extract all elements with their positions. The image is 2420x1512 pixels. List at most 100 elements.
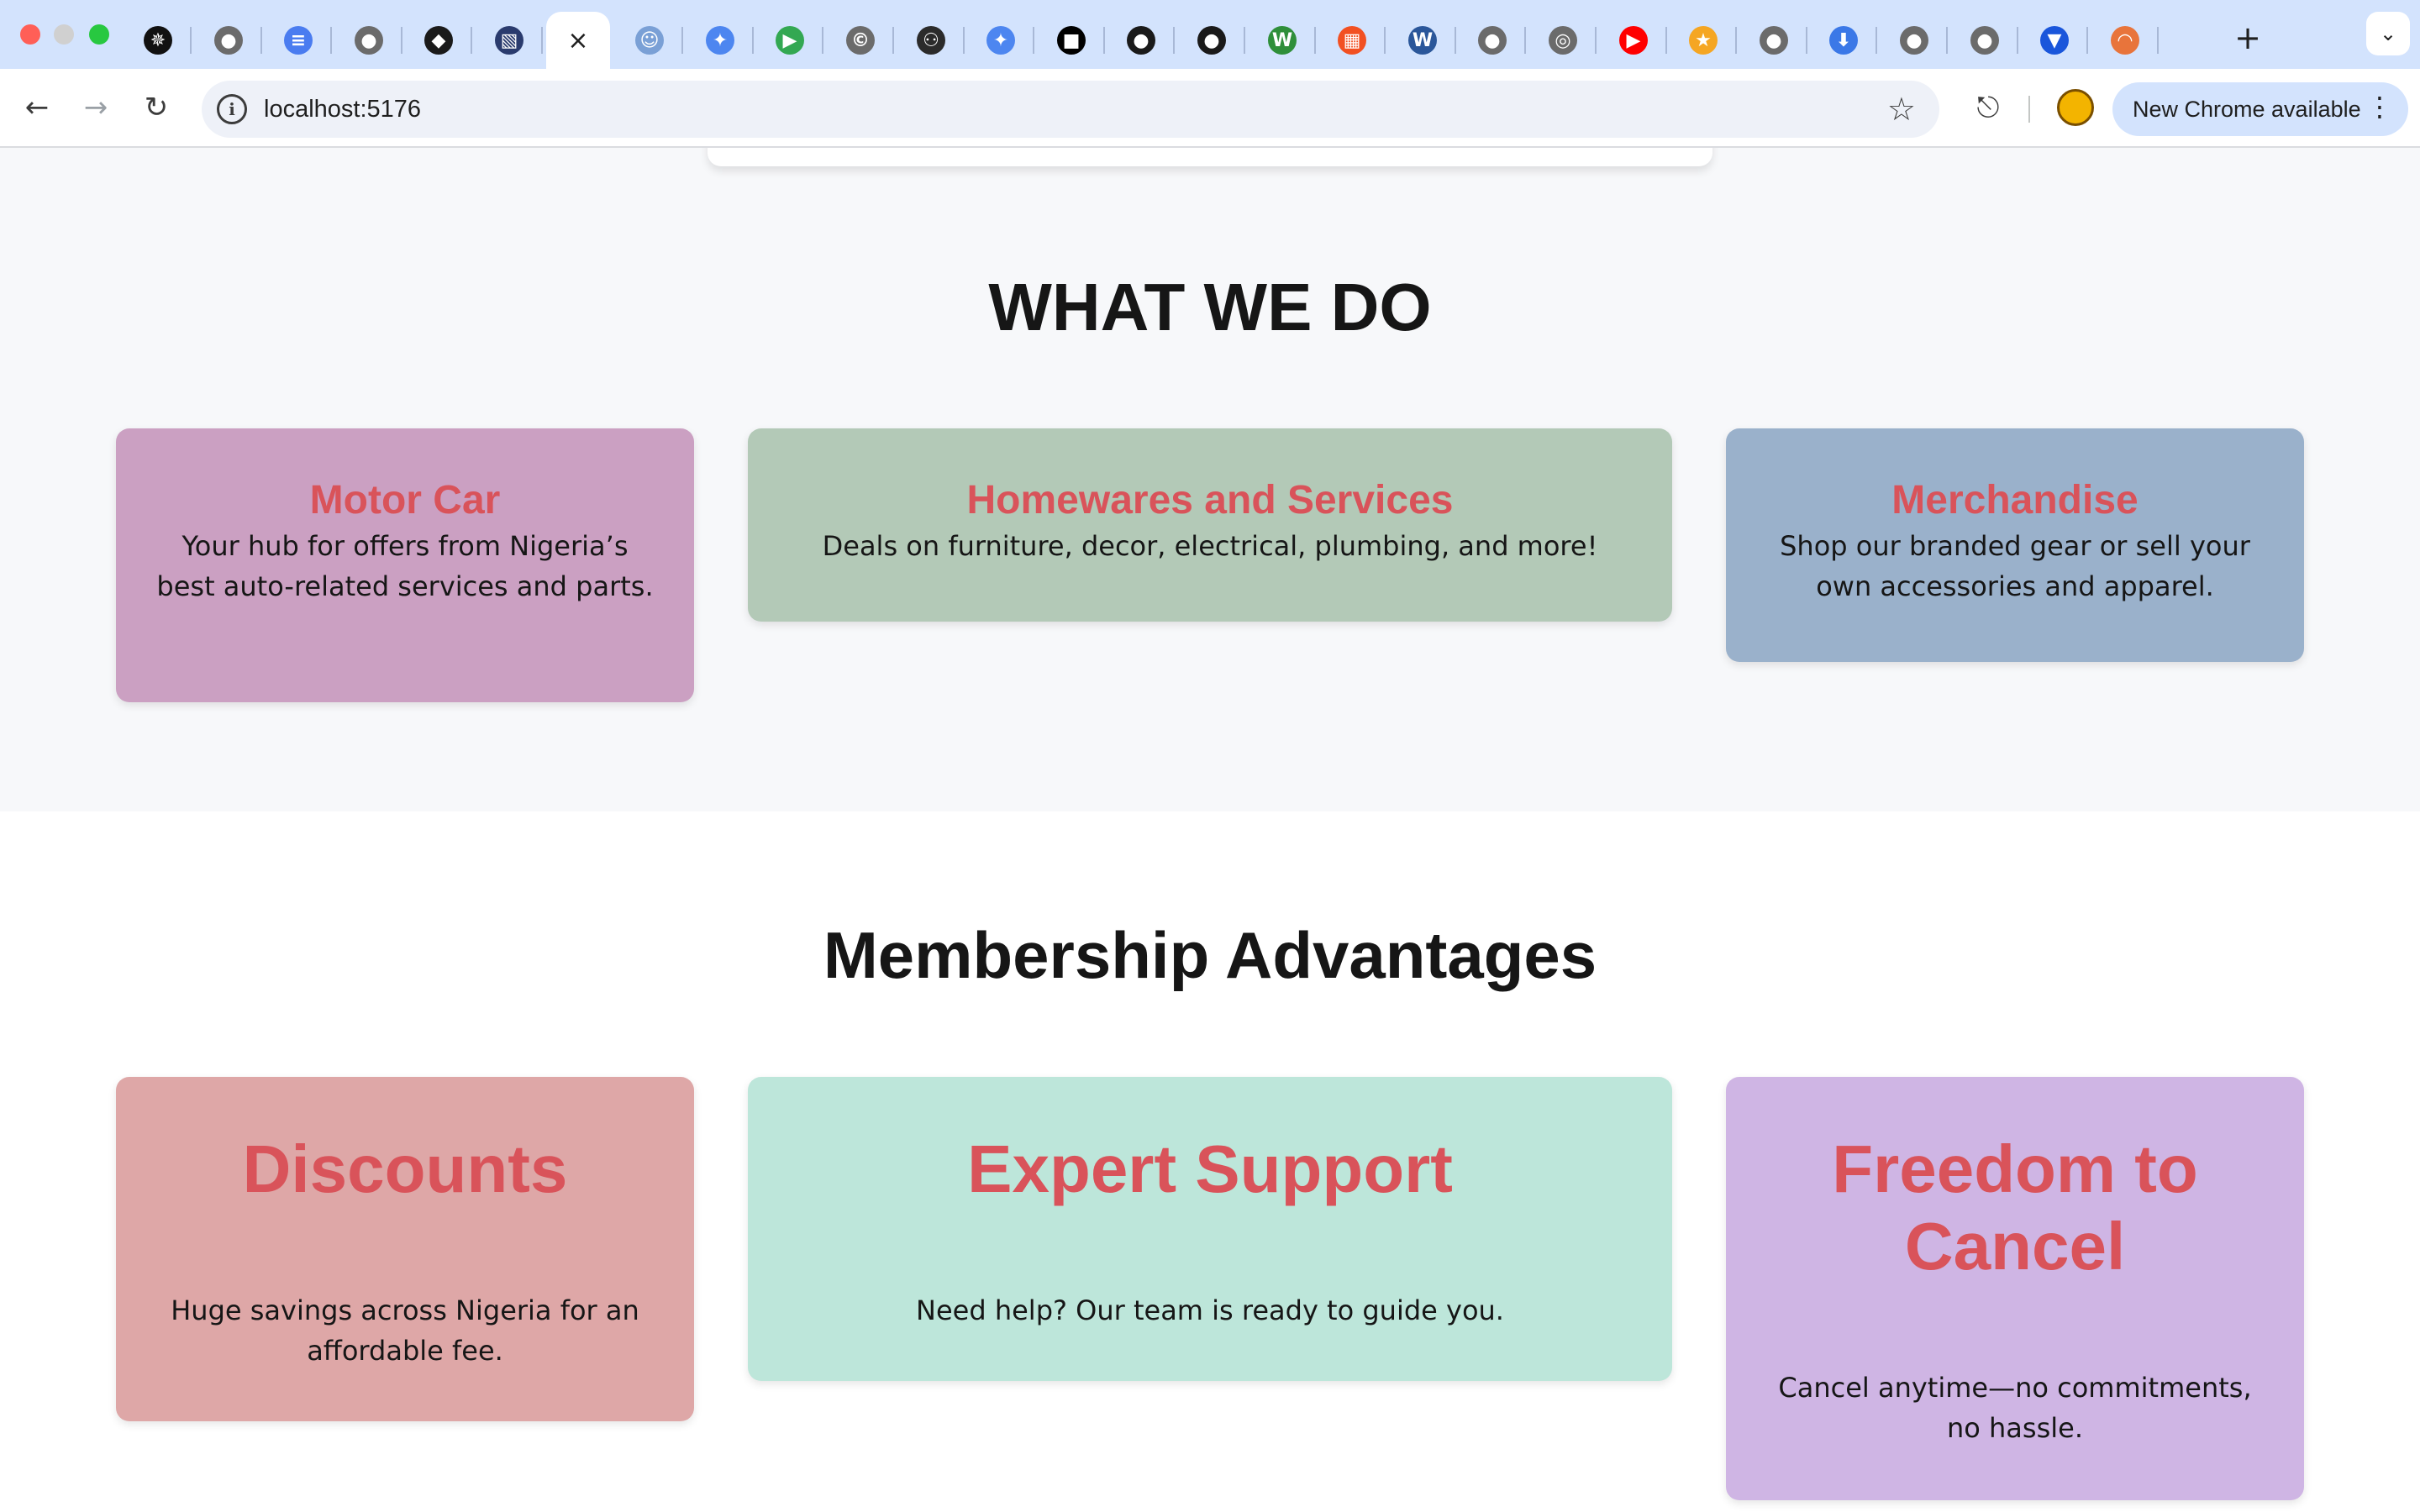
expert-support-card[interactable]: Expert Support Need help? Our team is re… xyxy=(748,1077,1672,1381)
copyright-icon: © xyxy=(846,26,875,55)
close-window-button[interactable] xyxy=(20,24,40,45)
browser-toolbar: ← → ↻ i localhost:5176 ☆ ⎋ New Chrome av… xyxy=(0,69,2420,148)
tab-separator xyxy=(963,27,965,54)
address-bar[interactable]: i localhost:5176 ☆ xyxy=(202,81,1939,138)
gemini-icon: ✦ xyxy=(986,26,1015,55)
tab-separator xyxy=(1946,27,1948,54)
motor-car-card[interactable]: Motor Car Your hub for offers from Niger… xyxy=(116,428,694,702)
chrome-icon: ◎ xyxy=(1549,26,1577,55)
forward-button[interactable]: → xyxy=(74,86,118,129)
url-text[interactable]: localhost:5176 xyxy=(264,96,421,123)
browser-tab[interactable]: ✦ xyxy=(967,12,1034,69)
tab-separator xyxy=(2086,27,2088,54)
browser-tab[interactable]: ● xyxy=(1107,12,1175,69)
tab-separator xyxy=(1244,27,1245,54)
close-tab-icon[interactable]: × xyxy=(567,26,588,55)
browser-tab[interactable]: ◆ xyxy=(405,12,472,69)
card-text: Deals on furniture, decor, electrical, p… xyxy=(822,530,1598,562)
what-we-do-section: WHAT WE DO Motor Car Your hub for offers… xyxy=(0,148,2420,811)
tab-separator xyxy=(330,27,332,54)
tab-separator xyxy=(1384,27,1386,54)
gemini-icon: ✦ xyxy=(706,26,734,55)
browser-tab[interactable]: × xyxy=(546,12,610,69)
browser-tab[interactable]: ● xyxy=(1740,12,1807,69)
tab-separator xyxy=(2017,27,2018,54)
maximize-window-button[interactable] xyxy=(89,24,109,45)
tab-separator xyxy=(752,27,754,54)
browser-tab[interactable]: ✵ xyxy=(124,12,192,69)
merchandise-card[interactable]: Merchandise Shop our branded gear or sel… xyxy=(1726,428,2304,662)
globe-icon: ● xyxy=(214,26,243,55)
card-text: Cancel anytime—no commitments, no hassle… xyxy=(1778,1372,2252,1444)
browser-tab[interactable]: ☺ xyxy=(616,12,683,69)
update-label: New Chrome available xyxy=(2133,97,2361,122)
tab-separator xyxy=(681,27,683,54)
tab-search-button[interactable]: ⌄ xyxy=(2366,12,2410,55)
browser-tab[interactable]: ✦ xyxy=(687,12,754,69)
browser-tab[interactable]: ◎ xyxy=(1529,12,1597,69)
card-text: Need help? Our team is ready to guide yo… xyxy=(916,1294,1504,1326)
w3-icon: W xyxy=(1268,26,1297,55)
browser-tab[interactable]: ▼ xyxy=(2021,12,2088,69)
card-text: Huge savings across Nigeria for an affor… xyxy=(171,1294,639,1367)
tab-separator xyxy=(1033,27,1034,54)
browser-tab[interactable]: ★ xyxy=(1670,12,1737,69)
tab-separator xyxy=(1806,27,1807,54)
browser-tab[interactable]: W xyxy=(1389,12,1456,69)
youtube-icon: ▶ xyxy=(1619,26,1648,55)
tab-separator xyxy=(471,27,472,54)
reload-button[interactable]: ↻ xyxy=(134,86,178,129)
tab-separator xyxy=(1173,27,1175,54)
browser-tab[interactable]: ● xyxy=(1178,12,1245,69)
browser-tab[interactable]: ■ xyxy=(1038,12,1105,69)
freedom-to-cancel-card[interactable]: Freedom to Cancel Cancel anytime—no comm… xyxy=(1726,1077,2304,1500)
card-text: Your hub for offers from Nigeria’s best … xyxy=(156,530,654,602)
robot-icon: ☺ xyxy=(635,26,664,55)
more-menu-icon[interactable]: ⋮ xyxy=(2366,91,2393,123)
google-meet-icon: ▶ xyxy=(776,26,804,55)
browser-tab[interactable]: ▦ xyxy=(1318,12,1386,69)
tab-separator xyxy=(1103,27,1105,54)
back-button[interactable]: ← xyxy=(15,86,59,129)
card-title: Freedom to Cancel xyxy=(1832,1131,2198,1284)
bookmark-star-icon[interactable]: ☆ xyxy=(1887,91,1916,128)
membership-heading: Membership Advantages xyxy=(823,918,1597,992)
browser-tab[interactable]: ● xyxy=(1951,12,2018,69)
extensions-puzzle-icon[interactable]: ⎋ xyxy=(1966,86,2010,129)
microsoft-icon: ▦ xyxy=(1338,26,1366,55)
tab-separator xyxy=(2157,27,2159,54)
browser-tab[interactable]: ▶ xyxy=(756,12,823,69)
chrome-update-button[interactable]: New Chrome available ⋮ xyxy=(2112,82,2408,136)
tab-separator xyxy=(1595,27,1597,54)
browser-tab[interactable]: W xyxy=(1249,12,1316,69)
tab-separator xyxy=(260,27,262,54)
browser-tab[interactable]: ⚇ xyxy=(897,12,965,69)
browser-tab[interactable]: © xyxy=(827,12,894,69)
tab-strip: ✵ ● ≡ ● ◆ ▧ × ☺ ✦ ▶ © ⚇ ✦ ■ ● ● W ▦ W ● ◎ ▶ ★ ● ⬇ ● ● ▼ ◠ + ⌄ xyxy=(0,0,2420,69)
minimize-window-button[interactable] xyxy=(54,24,74,45)
dark-app-icon: ■ xyxy=(1057,26,1086,55)
site-info-icon[interactable]: i xyxy=(217,94,247,124)
browser-tab[interactable]: ⬇ xyxy=(1810,12,1877,69)
tab-separator xyxy=(1735,27,1737,54)
browser-tab[interactable]: ● xyxy=(1459,12,1526,69)
browser-tab[interactable]: ● xyxy=(195,12,262,69)
browser-tab[interactable]: ▧ xyxy=(476,12,543,69)
google-docs-icon: ≡ xyxy=(284,26,313,55)
browser-tab[interactable]: ● xyxy=(335,12,402,69)
browser-tab[interactable]: ≡ xyxy=(265,12,332,69)
new-tab-button[interactable]: + xyxy=(2227,17,2269,59)
tab-separator xyxy=(1455,27,1456,54)
homewares-services-card[interactable]: Homewares and Services Deals on furnitur… xyxy=(748,428,1672,622)
copilot-icon: ⚇ xyxy=(917,26,945,55)
shield-icon: ▼ xyxy=(2040,26,2069,55)
browser-tab[interactable]: ● xyxy=(1881,12,1948,69)
tab-separator xyxy=(1876,27,1877,54)
github-icon: ● xyxy=(1197,26,1226,55)
browser-tab[interactable]: ▶ xyxy=(1600,12,1667,69)
profile-avatar[interactable] xyxy=(2057,89,2094,126)
browser-tab[interactable]: ◠ xyxy=(2091,12,2159,69)
word-icon: W xyxy=(1408,26,1437,55)
discounts-card[interactable]: Discounts Huge savings across Nigeria fo… xyxy=(116,1077,694,1421)
toolbar-divider xyxy=(2028,96,2030,123)
